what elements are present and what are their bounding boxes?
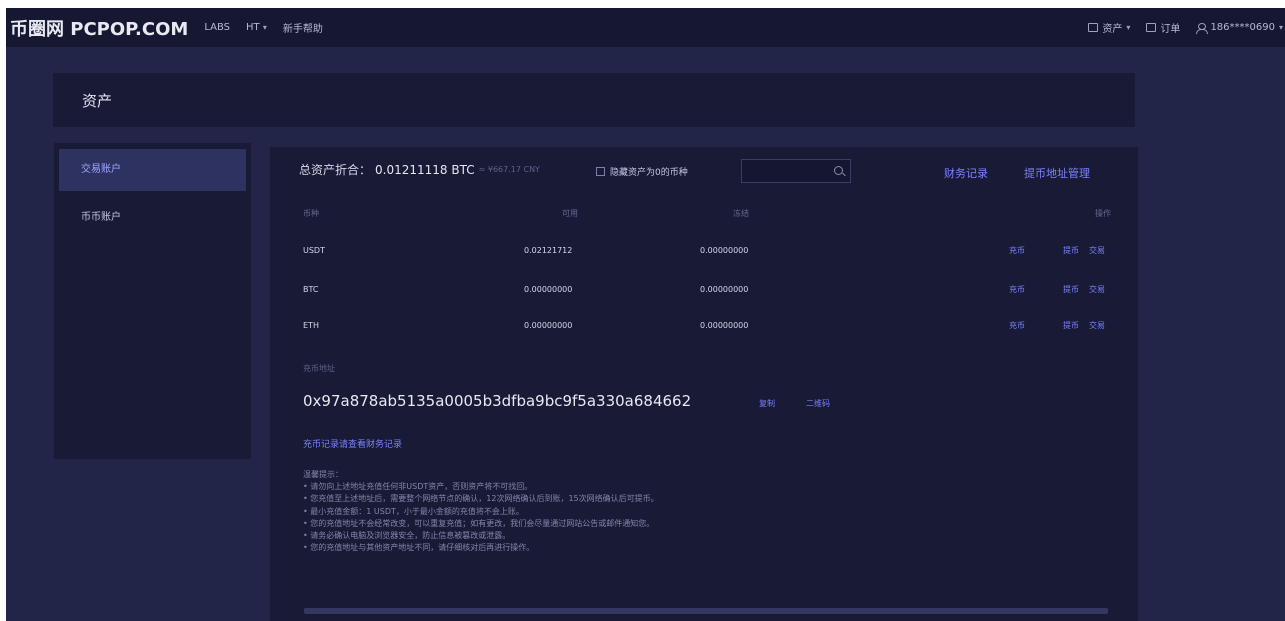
sidebar-item-trading-account[interactable]: 交易账户 [59,149,246,191]
table-header-coin: 币种 [303,209,319,218]
page-header: 资产 [53,73,1135,127]
table-header-action: 操作 [1095,209,1111,218]
tips-line: • 您的充值地址与其他资产地址不同，请仔细核对后再进行操作。 [303,543,535,553]
nav-item-labs[interactable]: LABS [204,22,230,33]
nav-assets-label: 资产 [1102,24,1123,35]
wallet-icon [1088,23,1099,32]
withdraw-button[interactable]: 提币 [1063,285,1079,295]
sidebar: 交易账户 币币账户 [54,143,251,459]
deposit-address-label: 充币地址 [303,364,335,373]
total-assets-btc: 0.01211118 BTC [375,162,475,177]
nav-item-ht[interactable]: HT ▾ [246,22,267,33]
nav-user-label: 186****0690 [1210,22,1275,33]
trade-button[interactable]: 交易 [1089,246,1105,256]
sidebar-item-coin-account[interactable]: 币币账户 [59,197,246,239]
coin-available: 0.02121712 [524,246,573,255]
coin-frozen: 0.00000000 [700,246,749,255]
qrcode-button[interactable]: 二维码 [806,398,830,409]
coin-name: ETH [303,321,319,330]
tips-line: • 最小充值金额：1 USDT，小于最小金额的充值将不会上账。 [303,506,524,516]
app-frame: 币圈网 PCPOP.COM LABS HT ▾ 新手帮助 资产 ▾ 订单 186… [6,8,1285,621]
nav-orders-link[interactable]: 订单 [1146,20,1180,35]
nav-item-help[interactable]: 新手帮助 [283,20,323,35]
table-row: ETH 0.00000000 0.00000000 充币 提币 交易 [270,321,1138,359]
nav-assets-menu[interactable]: 资产 ▾ [1088,20,1130,35]
tips-line: • 请务必确认电脑及浏览器安全，防止信息被篡改或泄露。 [303,531,511,541]
search-icon[interactable] [834,166,843,175]
deposit-records-link[interactable]: 充币记录请查看财务记录 [303,437,402,450]
scrollbar-thumb[interactable] [304,608,1108,614]
total-assets-summary: 总资产折合： 0.01211118 BTC ≈ ¥667.17 CNY [299,161,540,178]
table-header-frozen: 冻结 [733,209,749,218]
page-title: 资产 [82,92,113,110]
nav-user-menu[interactable]: 186****0690 ▾ [1196,22,1283,34]
copy-address-button[interactable]: 复制 [759,398,775,409]
tips-line: • 请勿向上述地址充值任何非USDT资产，否则资产将不可找回。 [303,482,533,492]
trade-button[interactable]: 交易 [1089,285,1105,295]
assets-panel: 总资产折合： 0.01211118 BTC ≈ ¥667.17 CNY 隐藏资产… [270,147,1138,621]
user-icon [1196,22,1209,34]
nav-orders-label: 订单 [1160,24,1181,35]
top-navbar: 币圈网 PCPOP.COM LABS HT ▾ 新手帮助 资产 ▾ 订单 186… [6,8,1285,47]
total-assets-label: 总资产折合： [299,163,372,177]
tips-line: • 您充值至上述地址后，需要整个网络节点的确认，12次网络确认后到账，15次网络… [303,494,659,504]
site-logo[interactable]: 币圈网 PCPOP.COM [10,15,188,41]
horizontal-scrollbar[interactable] [304,608,1108,614]
withdraw-button[interactable]: 提币 [1063,246,1079,256]
coin-frozen: 0.00000000 [700,285,749,294]
table-row: BTC 0.00000000 0.00000000 充币 提币 交易 [270,285,1138,323]
deposit-tips: 温馨提示： • 请勿向上述地址充值任何非USDT资产，否则资产将不可找回。 • … [303,469,1063,554]
deposit-button[interactable]: 充币 [1009,285,1025,295]
chevron-down-icon: ▾ [262,23,267,32]
deposit-button[interactable]: 充币 [1009,246,1025,256]
coin-frozen: 0.00000000 [700,321,749,330]
tips-line: • 您的充值地址不会经常改变，可以重复充值；如有更改，我们会尽量通过网站公告或邮… [303,518,655,528]
trade-button[interactable]: 交易 [1089,321,1105,331]
deposit-address: 0x97a878ab5135a0005b3dfba9bc9f5a330a6846… [303,392,692,410]
nav-right-group: 资产 ▾ 订单 186****0690 ▾ [1088,8,1285,47]
finance-records-link[interactable]: 财务记录 [944,165,988,181]
tips-title: 温馨提示： [303,470,343,479]
hide-small-assets-label: 隐藏资产为0的币种 [610,168,688,178]
chevron-down-icon: ▾ [1126,23,1131,32]
nav-item-ht-label: HT [246,22,260,33]
coin-available: 0.00000000 [524,321,573,330]
coin-available: 0.00000000 [524,285,573,294]
checkbox-icon [596,167,605,176]
deposit-button[interactable]: 充币 [1009,321,1025,331]
withdraw-address-manage-link[interactable]: 提币地址管理 [1024,165,1090,181]
withdraw-button[interactable]: 提币 [1063,321,1079,331]
total-assets-cny: ≈ ¥667.17 CNY [478,165,540,174]
coin-name: BTC [303,285,319,294]
hide-small-assets-checkbox[interactable]: 隐藏资产为0的币种 [596,165,688,178]
coin-search-box [741,159,851,184]
chevron-down-icon: ▾ [1278,23,1283,32]
table-header-available: 可用 [562,209,578,218]
coin-search-input[interactable] [742,162,832,184]
table-row: USDT 0.02121712 0.00000000 充币 提币 交易 [270,246,1138,284]
coin-name: USDT [303,246,325,255]
orders-icon [1146,23,1157,32]
